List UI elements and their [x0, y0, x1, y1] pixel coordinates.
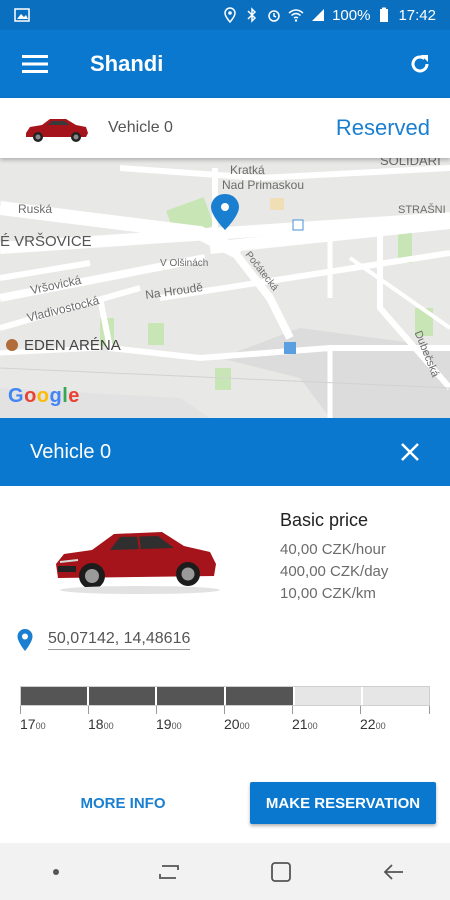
availability-timeline — [20, 686, 431, 706]
clock: 17:42 — [398, 6, 436, 24]
map-label: Kratká — [230, 163, 265, 177]
battery-percent: 100% — [332, 6, 371, 24]
timeline-segment — [226, 686, 295, 706]
timeline-ticks — [20, 706, 430, 716]
alarm-icon — [266, 7, 282, 23]
app-bar: Shandi — [0, 30, 450, 98]
battery-icon — [376, 7, 392, 23]
timeline-labels: 1700 1800 1900 2000 2100 2200 — [20, 716, 430, 736]
wifi-icon — [288, 7, 304, 23]
coordinates-link[interactable]: 50,07142, 14,48616 — [48, 630, 191, 650]
reservation-status: Reserved — [335, 115, 430, 140]
price-hour: 40,00 CZK/hour — [280, 541, 386, 558]
back-icon[interactable] — [364, 843, 424, 900]
hour-label: 2100 — [292, 716, 318, 732]
bluetooth-icon — [244, 7, 260, 23]
price-title: Basic price — [280, 510, 369, 530]
recent-apps-icon[interactable] — [139, 843, 199, 900]
hour-label: 2000 — [224, 716, 250, 732]
map-label: STRAŠNI — [398, 204, 446, 216]
timeline-segment — [88, 686, 158, 706]
nav-dot-icon[interactable] — [26, 843, 86, 900]
hour-label: 2200 — [360, 716, 386, 732]
gallery-icon — [14, 7, 30, 23]
home-icon[interactable] — [251, 843, 311, 900]
location-pin-icon — [17, 629, 33, 651]
close-icon[interactable] — [370, 418, 450, 486]
timeline-segment — [157, 686, 227, 706]
location-row[interactable]: 50,07142, 14,48616 — [16, 628, 191, 652]
make-reservation-button[interactable]: MAKE RESERVATION — [250, 782, 436, 824]
map-label: EDEN ARÉNA — [24, 337, 121, 354]
map-label: Ruská — [18, 202, 53, 216]
refresh-icon[interactable] — [390, 30, 450, 98]
vehicle-sheet-header: Vehicle 0 — [0, 418, 450, 486]
sheet-title: Vehicle 0 — [30, 440, 112, 463]
hour-label: 1800 — [88, 716, 114, 732]
status-bar: 100% 17:42 — [0, 0, 450, 30]
timeline-segment — [363, 686, 431, 706]
system-nav-bar — [0, 843, 450, 900]
price-block: Basic price 40,00 CZK/hour 400,00 CZK/da… — [280, 510, 388, 605]
timeline-segment — [294, 686, 364, 706]
price-day: 400,00 CZK/day — [280, 563, 389, 580]
hamburger-menu-icon[interactable] — [0, 30, 70, 98]
car-thumbnail — [26, 119, 88, 142]
app-title: Shandi — [90, 51, 164, 76]
timeline-segment — [20, 686, 89, 706]
map-label: É VRŠOVICE — [0, 233, 92, 250]
price-km: 10,00 CZK/km — [280, 585, 376, 602]
map-label: V Olšinách — [160, 258, 209, 269]
signal-icon — [310, 7, 326, 23]
location-status-icon — [222, 7, 238, 23]
map-label: Nad Primaskou — [222, 178, 305, 192]
hour-label: 1900 — [156, 716, 182, 732]
reservation-card[interactable]: Vehicle 0 Reserved — [0, 98, 450, 158]
hour-label: 1700 — [20, 716, 46, 732]
car-image — [56, 532, 220, 594]
vehicle-name: Vehicle 0 — [108, 119, 173, 136]
more-info-button[interactable]: MORE INFO — [58, 782, 188, 824]
google-logo: Google — [8, 385, 80, 407]
